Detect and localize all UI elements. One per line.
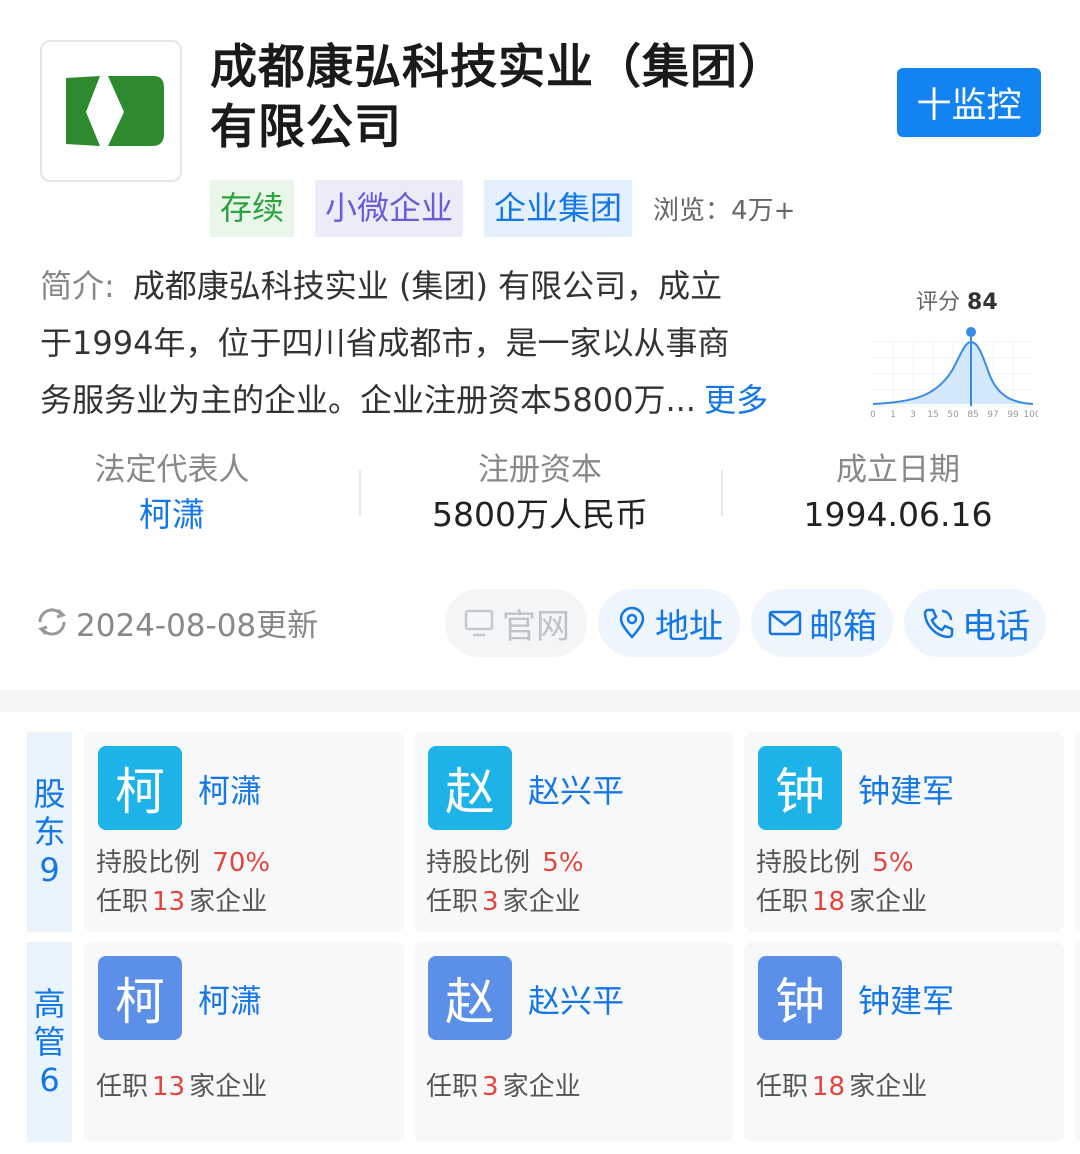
job-count: 任职 13 家企业 xyxy=(96,887,268,917)
executive-card-partial xyxy=(1074,942,1080,1142)
refresh-icon xyxy=(38,608,66,636)
company-intro: 简介: 成都康弘科技实业 (集团) 有限公司，成立 于1994年，位于四川省成都市… xyxy=(40,258,840,429)
website-button[interactable]: 官网 xyxy=(445,589,587,657)
executive-name[interactable]: 柯潇 xyxy=(198,976,262,1022)
shareholders-tab[interactable]: 股 东 9 xyxy=(27,732,72,932)
divider xyxy=(359,470,361,516)
executive-card[interactable]: 赵 赵兴平 任职 3 家企业 xyxy=(414,942,734,1142)
company-name: 成都康弘科技实业（集团） 有限公司 xyxy=(210,38,840,158)
intro-line-1: 成都康弘科技实业 (集团) 有限公司，成立 xyxy=(132,267,723,305)
share-ratio: 持股比例 5% xyxy=(756,848,914,878)
views-count: 浏览：4万+ xyxy=(653,196,796,226)
executive-name[interactable]: 钟建军 xyxy=(858,976,954,1022)
phone-button[interactable]: 电话 xyxy=(904,589,1046,657)
tick-15: 15 xyxy=(927,410,938,420)
tick-85: 85 xyxy=(967,410,978,420)
shareholder-card[interactable]: 赵 赵兴平 持股比例 5% 任职 3 家企业 xyxy=(414,732,734,932)
company-logo xyxy=(40,40,182,182)
update-info[interactable]: 2024-08-08更新 xyxy=(34,598,318,646)
shareholder-name[interactable]: 柯潇 xyxy=(198,766,262,812)
intro-line-2: 于1994年，位于四川省成都市，是一家以从事商 xyxy=(40,324,730,362)
group-tag[interactable]: 企业集团 xyxy=(484,180,633,237)
avatar: 钟 xyxy=(758,746,842,830)
monitor-button[interactable]: 十监控 xyxy=(897,68,1041,137)
share-ratio: 持股比例 70% xyxy=(96,848,271,878)
legal-representative[interactable]: 法定代表人 柯潇 xyxy=(0,448,352,538)
location-pin-icon xyxy=(619,606,645,639)
founding-date: 成立日期 1994.06.16 xyxy=(803,452,993,534)
email-button[interactable]: 邮箱 xyxy=(751,589,893,657)
address-button[interactable]: 地址 xyxy=(598,589,740,657)
status-tag: 存续 xyxy=(210,180,295,237)
tick-100: 100 xyxy=(1023,410,1038,420)
shareholder-name[interactable]: 赵兴平 xyxy=(528,766,624,812)
divider xyxy=(721,470,723,516)
job-count: 任职 3 家企业 xyxy=(426,887,581,917)
mail-icon xyxy=(768,610,802,636)
company-name-line1: 成都康弘科技实业（集团） xyxy=(210,40,786,95)
company-tags: 存续 小微企业 企业集团 浏览：4万+ xyxy=(210,180,795,237)
executives-tab[interactable]: 高 管 6 xyxy=(27,942,72,1142)
avatar: 赵 xyxy=(428,746,512,830)
monitor-icon xyxy=(464,609,494,637)
size-tag[interactable]: 小微企业 xyxy=(315,180,464,237)
update-date: 2024-08-08更新 xyxy=(76,607,319,644)
tick-0: 0 xyxy=(870,410,876,420)
legal-representative-link[interactable]: 柯潇 xyxy=(0,492,352,538)
score-distribution-chart: 0 1 3 15 50 85 97 99 100 xyxy=(870,327,1038,420)
job-count: 任职 18 家企业 xyxy=(756,887,928,917)
executive-name[interactable]: 赵兴平 xyxy=(528,976,624,1022)
shareholder-name[interactable]: 钟建军 xyxy=(858,766,954,812)
basic-info-row: 法定代表人 柯潇 注册资本 5800万人民币 成立日期 1994.06.16 xyxy=(0,448,1080,543)
company-name-line2: 有限公司 xyxy=(210,100,402,155)
registered-capital: 注册资本 5800万人民币 xyxy=(432,452,648,534)
intro-more-link[interactable]: 更多 xyxy=(704,381,768,419)
executive-card[interactable]: 柯 柯潇 任职 13 家企业 xyxy=(84,942,404,1142)
avatar: 赵 xyxy=(428,956,512,1040)
tick-3: 3 xyxy=(910,410,916,420)
shareholder-card-partial xyxy=(1074,732,1080,932)
section-gap xyxy=(0,690,1080,712)
executive-card[interactable]: 钟 钟建军 任职 18 家企业 xyxy=(744,942,1064,1142)
job-count: 任职 13 家企业 xyxy=(96,1072,268,1102)
job-count: 任职 18 家企业 xyxy=(756,1072,928,1102)
avatar: 柯 xyxy=(98,956,182,1040)
tick-97: 97 xyxy=(987,410,998,420)
shareholder-card[interactable]: 钟 钟建军 持股比例 5% 任职 18 家企业 xyxy=(744,732,1064,932)
intro-label: 简介: xyxy=(40,267,115,305)
tick-50: 50 xyxy=(947,410,959,420)
avatar: 柯 xyxy=(98,746,182,830)
intro-line-3: 务服务业为主的企业。企业注册资本5800万... xyxy=(40,381,696,419)
avatar: 钟 xyxy=(758,956,842,1040)
job-count: 任职 3 家企业 xyxy=(426,1072,581,1102)
phone-icon xyxy=(923,608,954,639)
tick-99: 99 xyxy=(1007,410,1019,420)
score-widget[interactable]: 评分 84 0 1 3 15 50 85 97 99 100 xyxy=(868,284,1038,424)
tick-1: 1 xyxy=(890,410,896,420)
shareholder-card[interactable]: 柯 柯潇 持股比例 70% 任职 13 家企业 xyxy=(84,732,404,932)
share-ratio: 持股比例 5% xyxy=(426,848,584,878)
